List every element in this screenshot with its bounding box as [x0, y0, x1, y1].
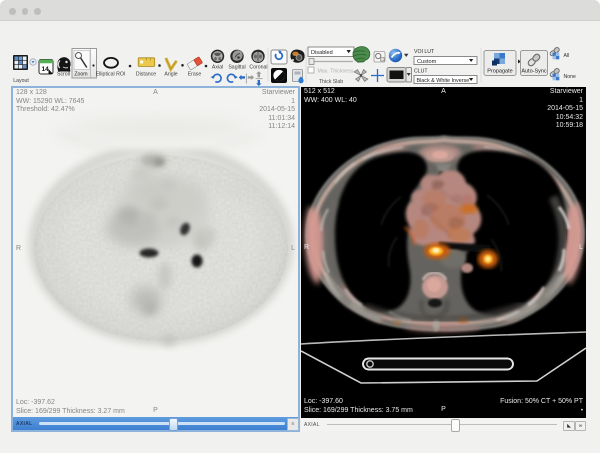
svg-text:All: All: [564, 53, 570, 59]
svg-text:Erase: Erase: [188, 72, 202, 78]
svg-text:Black & White Inverse: Black & White Inverse: [417, 78, 470, 84]
svg-text:Coronal: Coronal: [249, 65, 267, 71]
svg-text:Sagittal: Sagittal: [228, 65, 245, 71]
svg-text:Angle: Angle: [164, 72, 177, 78]
svg-text:Scroll: Scroll: [57, 72, 70, 78]
svg-text:Propagate: Propagate: [487, 69, 512, 75]
svg-text:Thick Slab: Thick Slab: [319, 79, 343, 85]
svg-text:Layout: Layout: [13, 78, 29, 84]
svg-text:Max. Thickness: Max. Thickness: [318, 69, 354, 75]
svg-text:Elliptical ROI: Elliptical ROI: [96, 72, 126, 78]
svg-text:Zoom: Zoom: [74, 72, 87, 78]
svg-text:Custom: Custom: [417, 59, 437, 65]
svg-text:Auto-Sync: Auto-Sync: [521, 69, 547, 75]
svg-text:Axial: Axial: [212, 65, 223, 71]
svg-text:VOI LUT: VOI LUT: [414, 49, 435, 55]
svg-text:CLUT: CLUT: [414, 69, 428, 75]
svg-text:None: None: [564, 74, 577, 80]
svg-text:Distance: Distance: [136, 72, 156, 78]
svg-text:14: 14: [42, 66, 50, 73]
svg-text:Disabled: Disabled: [311, 50, 333, 56]
